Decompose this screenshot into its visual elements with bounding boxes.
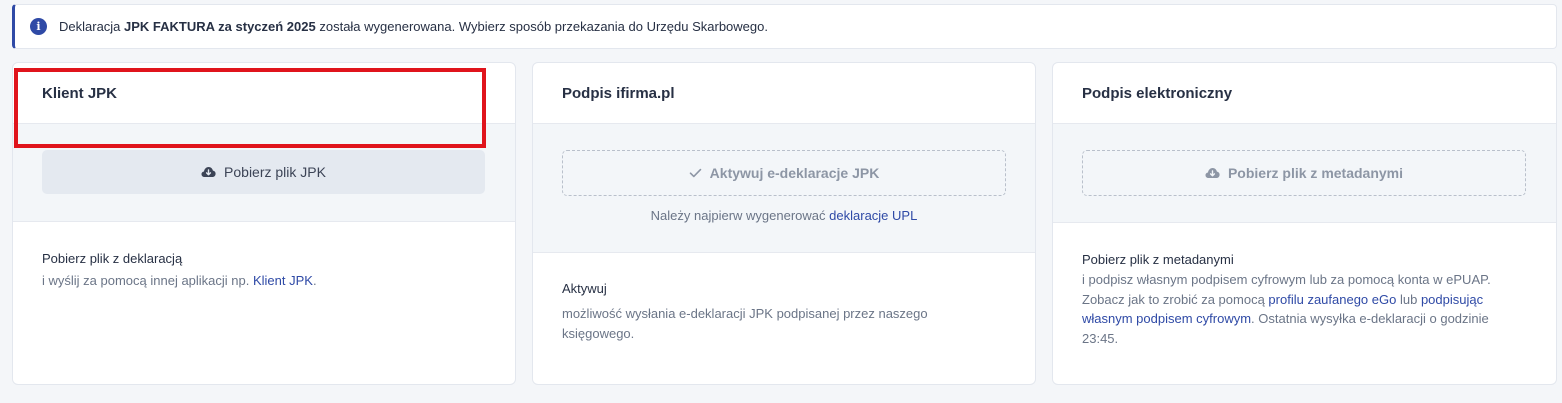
- card-body: Pobierz plik z metadanymi i podpisz włas…: [1053, 223, 1556, 348]
- card-body-text: możliwość wysłania e-deklaracji JPK podp…: [562, 306, 928, 341]
- alert-prefix: Deklaracja: [59, 19, 125, 34]
- cloud-download-icon: [1205, 167, 1220, 179]
- alert-message: Deklaracja JPK FAKTURA za styczeń 2025 z…: [59, 19, 768, 34]
- check-icon: [689, 168, 702, 178]
- card-podpis-ifirma: Podpis ifirma.pl Aktywuj e-deklaracje JP…: [532, 62, 1036, 385]
- card-title: Podpis elektroniczny: [1053, 63, 1556, 124]
- note-text: Należy najpierw wygenerować: [650, 208, 830, 223]
- card-body-text: i podpisz własnym podpisem cyfrowym lub …: [1082, 270, 1528, 348]
- card-body-title: Pobierz plik z metadanymi: [1082, 252, 1234, 267]
- upl-declaration-link[interactable]: deklaracje UPL: [829, 208, 917, 223]
- activate-e-declaration-label: Aktywuj e-deklaracje JPK: [709, 165, 880, 181]
- card-body-title: Pobierz plik z deklaracją: [42, 251, 183, 266]
- download-metadata-button[interactable]: Pobierz plik z metadanymi: [1082, 150, 1526, 196]
- info-alert: i Deklaracja JPK FAKTURA za styczeń 2025…: [12, 4, 1557, 49]
- card-body: Aktywuj możliwość wysłania e-deklaracji …: [533, 253, 1035, 343]
- card-title: Podpis ifirma.pl: [533, 63, 1035, 124]
- card-body: Pobierz plik z deklaracją i wyślij za po…: [13, 222, 515, 291]
- card-action-area: Pobierz plik z metadanymi: [1053, 124, 1556, 223]
- trusted-profile-link[interactable]: profilu zaufanego eGo: [1268, 292, 1396, 307]
- card-body-title: Aktywuj: [562, 281, 607, 296]
- body-text-before: i wyślij za pomocą innej aplikacji np.: [42, 273, 253, 288]
- card-body-text: i wyślij za pomocą innej aplikacji np. K…: [42, 271, 487, 291]
- activation-note: Należy najpierw wygenerować deklaracje U…: [533, 208, 1035, 223]
- activate-e-declaration-button[interactable]: Aktywuj e-deklaracje JPK: [562, 150, 1006, 196]
- alert-suffix: została wygenerowana. Wybierz sposób prz…: [315, 19, 768, 34]
- alert-declaration-name: JPK FAKTURA za styczeń 2025: [124, 19, 316, 34]
- card-title: Klient JPK: [13, 63, 515, 124]
- body-text-part: lub: [1396, 291, 1421, 307]
- info-icon: i: [30, 18, 47, 35]
- klient-jpk-link[interactable]: Klient JPK: [253, 273, 313, 288]
- download-jpk-label: Pobierz plik JPK: [224, 164, 326, 180]
- download-jpk-button[interactable]: Pobierz plik JPK: [42, 150, 485, 194]
- card-podpis-elektroniczny: Podpis elektroniczny Pobierz plik z meta…: [1052, 62, 1557, 385]
- card-klient-jpk: Klient JPK Pobierz plik JPK Pobierz plik…: [12, 62, 516, 385]
- card-action-area: Pobierz plik JPK: [13, 124, 515, 222]
- download-metadata-label: Pobierz plik z metadanymi: [1227, 165, 1404, 181]
- body-text-after: .: [312, 273, 317, 288]
- card-action-area: Aktywuj e-deklaracje JPK Należy najpierw…: [533, 124, 1035, 253]
- cloud-download-icon: [201, 166, 216, 178]
